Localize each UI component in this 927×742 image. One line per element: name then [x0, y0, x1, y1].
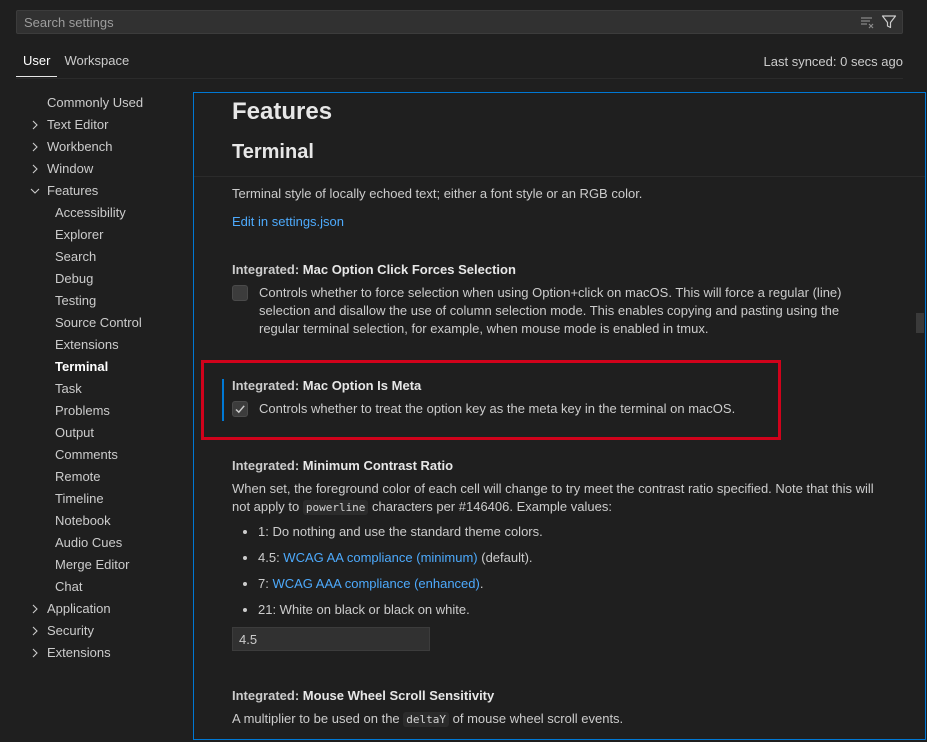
- clear-filter-icon[interactable]: [859, 14, 875, 30]
- toc-item-label: Workbench: [47, 139, 113, 154]
- page-title: Features: [232, 98, 333, 125]
- list-item: 4.5: WCAG AA compliance (minimum) (defau…: [258, 549, 882, 567]
- toc-item-label: Output: [55, 425, 95, 440]
- toc-item-extensions[interactable]: Extensions: [20, 334, 190, 356]
- chevron-right-icon[interactable]: [30, 142, 40, 152]
- toc-item-label: Security: [47, 623, 94, 638]
- example-values-list: 1: Do nothing and use the standard theme…: [232, 523, 882, 619]
- setting-title: Integrated: Minimum Contrast Ratio: [232, 458, 454, 473]
- toc-item-label: Extensions: [55, 337, 119, 352]
- toc-item-notebook[interactable]: Notebook: [20, 510, 190, 532]
- toc-item-label: Application: [47, 601, 111, 616]
- toc-item-security[interactable]: Security: [20, 620, 190, 642]
- toc-item-terminal[interactable]: Terminal: [20, 356, 190, 378]
- toc-item-label: Notebook: [55, 513, 111, 528]
- setting-mac-option-click: Integrated: Mac Option Click Forces Sele…: [232, 261, 882, 338]
- inline-code: powerline: [302, 500, 369, 515]
- toc-item-label: Comments: [55, 447, 118, 462]
- chevron-right-icon[interactable]: [30, 626, 40, 636]
- toc-item-label: Explorer: [55, 227, 104, 242]
- toc-item-label: Window: [47, 161, 94, 176]
- mac-option-click-checkbox[interactable]: [232, 285, 248, 301]
- toc-item-commonly-used[interactable]: Commonly Used: [20, 92, 190, 114]
- inline-code: deltaY: [403, 712, 450, 727]
- search-bar[interactable]: [16, 10, 903, 34]
- toc-item-label: Text Editor: [47, 117, 109, 132]
- toc-item-features[interactable]: Features: [20, 180, 190, 202]
- toc-item-merge-editor[interactable]: Merge Editor: [20, 554, 190, 576]
- toc-item-task[interactable]: Task: [20, 378, 190, 400]
- filter-icon[interactable]: [881, 14, 897, 30]
- toc-item-chat[interactable]: Chat: [20, 576, 190, 598]
- toc-item-label: Features: [47, 183, 99, 198]
- setting-description: A multiplier to be used on the deltaY of…: [232, 711, 624, 727]
- setting-local-echo-style: Terminal style of locally echoed text; e…: [232, 185, 882, 231]
- toc-item-problems[interactable]: Problems: [20, 400, 190, 422]
- toc-item-workbench[interactable]: Workbench: [20, 136, 190, 158]
- toc-item-label: Accessibility: [55, 205, 126, 220]
- toc-item-label: Remote: [55, 469, 101, 484]
- toc-item-timeline[interactable]: Timeline: [20, 488, 190, 510]
- setting-minimum-contrast-ratio: Integrated: Minimum Contrast Ratio When …: [232, 457, 882, 651]
- chevron-right-icon[interactable]: [30, 648, 40, 658]
- toc-item-extensions[interactable]: Extensions: [20, 642, 190, 664]
- chevron-right-icon[interactable]: [30, 120, 40, 130]
- settings-toc: Commonly Used Text Editor Workbench Window F…: [20, 92, 190, 664]
- toc-item-label: Commonly Used: [47, 95, 144, 110]
- toc-item-comments[interactable]: Comments: [20, 444, 190, 466]
- chevron-right-icon[interactable]: [30, 164, 40, 174]
- toc-item-label: Source Control: [55, 315, 142, 330]
- toc-item-label: Debug: [55, 271, 94, 286]
- setting-description: When set, the foreground color of each c…: [232, 481, 874, 515]
- setting-description: Terminal style of locally echoed text; e…: [232, 186, 643, 201]
- toc-item-source-control[interactable]: Source Control: [20, 312, 190, 334]
- toc-item-search[interactable]: Search: [20, 246, 190, 268]
- toc-item-label: Merge Editor: [55, 557, 130, 572]
- toc-item-testing[interactable]: Testing: [20, 290, 190, 312]
- tab-user[interactable]: User: [16, 52, 58, 77]
- toc-item-accessibility[interactable]: Accessibility: [20, 202, 190, 224]
- toc-item-remote[interactable]: Remote: [20, 466, 190, 488]
- wcag-aaa-link[interactable]: WCAG AAA compliance (enhanced): [272, 576, 479, 591]
- toc-item-label: Timeline: [55, 491, 104, 506]
- toc-item-output[interactable]: Output: [20, 422, 190, 444]
- settings-scope-tabs: User Workspace: [16, 52, 136, 78]
- toc-item-label: Chat: [55, 579, 83, 594]
- annotation-highlight-box: [201, 360, 781, 440]
- checkbox-row: Controls whether to force selection when…: [232, 284, 882, 338]
- toc-item-label: Task: [55, 381, 82, 396]
- chevron-down-icon[interactable]: [30, 186, 40, 196]
- toc-item-explorer[interactable]: Explorer: [20, 224, 190, 246]
- edit-in-settings-json-link[interactable]: Edit in settings.json: [232, 213, 882, 231]
- setting-title: Integrated: Mouse Wheel Scroll Sensitivi…: [232, 688, 495, 703]
- search-input[interactable]: [24, 13, 824, 31]
- toc-item-label: Audio Cues: [55, 535, 123, 550]
- list-item: 21: White on black or black on white.: [258, 601, 882, 619]
- toc-item-label: Terminal: [55, 359, 109, 374]
- toc-item-application[interactable]: Application: [20, 598, 190, 620]
- section-title: Terminal: [232, 141, 314, 163]
- header-divider: [16, 78, 903, 79]
- sticky-header: Features Terminal: [194, 93, 925, 177]
- search-actions: [859, 14, 897, 30]
- setting-mouse-wheel-scroll-sensitivity: Integrated: Mouse Wheel Scroll Sensitivi…: [232, 687, 882, 729]
- toc-item-label: Problems: [55, 403, 110, 418]
- setting-description: Controls whether to force selection when…: [259, 285, 842, 336]
- toc-item-window[interactable]: Window: [20, 158, 190, 180]
- tab-workspace[interactable]: Workspace: [57, 52, 136, 76]
- toc-item-label: Extensions: [47, 645, 111, 660]
- chevron-right-icon[interactable]: [30, 604, 40, 614]
- scrollbar-thumb[interactable]: [916, 313, 924, 333]
- toc-item-audio-cues[interactable]: Audio Cues: [20, 532, 190, 554]
- last-synced-status: Last synced: 0 secs ago: [763, 54, 903, 69]
- setting-title: Integrated: Mac Option Click Forces Sele…: [232, 262, 516, 277]
- toc-item-debug[interactable]: Debug: [20, 268, 190, 290]
- minimum-contrast-ratio-input[interactable]: [232, 627, 430, 651]
- list-item: 1: Do nothing and use the standard theme…: [258, 523, 882, 541]
- toc-item-text-editor[interactable]: Text Editor: [20, 114, 190, 136]
- toc-item-label: Search: [55, 249, 97, 264]
- wcag-aa-link[interactable]: WCAG AA compliance (minimum): [283, 550, 477, 565]
- toc-item-label: Testing: [55, 293, 97, 308]
- list-item: 7: WCAG AAA compliance (enhanced).: [258, 575, 882, 593]
